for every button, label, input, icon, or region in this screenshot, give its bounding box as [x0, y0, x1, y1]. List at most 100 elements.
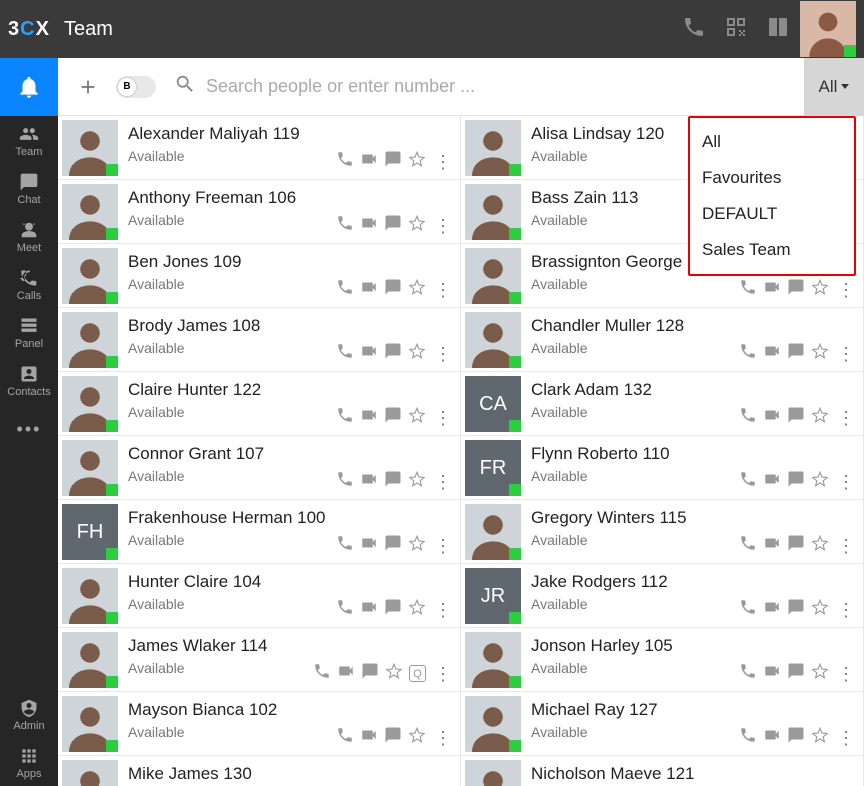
star-icon[interactable] — [408, 278, 426, 301]
star-icon[interactable] — [811, 278, 829, 301]
contact-row[interactable]: Brody James 108Available ⋮ — [58, 308, 461, 372]
more-icon[interactable]: ⋮ — [835, 665, 857, 683]
star-icon[interactable] — [408, 534, 426, 557]
contact-row[interactable]: Mayson Bianca 102Available ⋮ — [58, 692, 461, 756]
video-icon[interactable] — [763, 406, 781, 429]
call-icon[interactable] — [739, 342, 757, 365]
dropdown-item[interactable]: All — [690, 124, 854, 160]
rail-chat[interactable]: Chat — [0, 166, 58, 212]
contact-row[interactable]: FHFrakenhouse Herman 100Available ⋮ — [58, 500, 461, 564]
contact-row[interactable]: Nicholson Maeve 121 — [461, 756, 864, 786]
call-icon[interactable] — [336, 278, 354, 301]
more-icon[interactable]: ⋮ — [835, 345, 857, 363]
call-icon[interactable] — [313, 662, 331, 685]
more-icon[interactable]: ⋮ — [835, 281, 857, 299]
contact-row[interactable]: Gregory Winters 115Available ⋮ — [461, 500, 864, 564]
call-icon[interactable] — [336, 342, 354, 365]
contact-row[interactable]: Chandler Muller 128Available ⋮ — [461, 308, 864, 372]
more-icon[interactable]: ⋮ — [432, 281, 454, 299]
user-avatar[interactable] — [800, 1, 856, 57]
video-icon[interactable] — [763, 342, 781, 365]
video-icon[interactable] — [763, 726, 781, 749]
star-icon[interactable] — [408, 726, 426, 749]
rail-admin[interactable]: Admin — [0, 692, 58, 738]
contact-row[interactable]: Ben Jones 109Available ⋮ — [58, 244, 461, 308]
video-icon[interactable] — [763, 278, 781, 301]
star-icon[interactable] — [811, 342, 829, 365]
video-icon[interactable] — [763, 470, 781, 493]
more-icon[interactable]: ⋮ — [432, 473, 454, 491]
chat-icon[interactable] — [384, 470, 402, 493]
chat-icon[interactable] — [787, 598, 805, 621]
dropdown-item[interactable]: Favourites — [690, 160, 854, 196]
search-input[interactable] — [206, 76, 804, 97]
chat-icon[interactable] — [384, 726, 402, 749]
contact-row[interactable]: CAClark Adam 132Available ⋮ — [461, 372, 864, 436]
rail-more[interactable]: ••• — [0, 406, 58, 452]
star-icon[interactable] — [385, 662, 403, 685]
chat-icon[interactable] — [787, 662, 805, 685]
more-icon[interactable]: ⋮ — [835, 409, 857, 427]
contact-row[interactable]: Alexander Maliyah 119Available ⋮ — [58, 116, 461, 180]
video-icon[interactable] — [763, 598, 781, 621]
view-toggle[interactable]: B — [116, 76, 156, 98]
chat-icon[interactable] — [384, 342, 402, 365]
contact-row[interactable]: Claire Hunter 122Available ⋮ — [58, 372, 461, 436]
video-icon[interactable] — [360, 150, 378, 173]
video-icon[interactable] — [360, 470, 378, 493]
video-icon[interactable] — [360, 598, 378, 621]
contact-row[interactable]: JRJake Rodgers 112Available ⋮ — [461, 564, 864, 628]
chat-icon[interactable] — [384, 278, 402, 301]
chat-icon[interactable] — [361, 662, 379, 685]
star-icon[interactable] — [408, 150, 426, 173]
filter-dropdown-button[interactable]: All — [804, 58, 864, 116]
star-icon[interactable] — [811, 598, 829, 621]
contact-row[interactable]: Mike James 130 — [58, 756, 461, 786]
chat-icon[interactable] — [787, 726, 805, 749]
call-icon[interactable] — [739, 470, 757, 493]
contact-row[interactable]: Hunter Claire 104Available ⋮ — [58, 564, 461, 628]
call-icon[interactable] — [739, 406, 757, 429]
chat-icon[interactable] — [384, 214, 402, 237]
video-icon[interactable] — [360, 534, 378, 557]
more-icon[interactable]: ⋮ — [432, 665, 454, 683]
star-icon[interactable] — [811, 662, 829, 685]
call-icon[interactable] — [739, 598, 757, 621]
contact-row[interactable]: Jonson Harley 105Available ⋮ — [461, 628, 864, 692]
call-icon[interactable] — [739, 726, 757, 749]
video-icon[interactable] — [337, 662, 355, 685]
video-icon[interactable] — [360, 278, 378, 301]
chat-icon[interactable] — [787, 470, 805, 493]
star-icon[interactable] — [811, 726, 829, 749]
video-icon[interactable] — [763, 662, 781, 685]
more-icon[interactable]: ⋮ — [432, 153, 454, 171]
more-icon[interactable]: ⋮ — [432, 217, 454, 235]
more-icon[interactable]: ⋮ — [835, 473, 857, 491]
contact-row[interactable]: Connor Grant 107Available ⋮ — [58, 436, 461, 500]
rail-meet[interactable]: Meet — [0, 214, 58, 260]
chat-icon[interactable] — [787, 406, 805, 429]
call-icon[interactable] — [336, 214, 354, 237]
more-icon[interactable]: ⋮ — [835, 537, 857, 555]
contact-row[interactable]: James Wlaker 114Available Q⋮ — [58, 628, 461, 692]
chat-icon[interactable] — [384, 150, 402, 173]
star-icon[interactable] — [408, 214, 426, 237]
call-icon[interactable] — [336, 150, 354, 173]
more-icon[interactable]: ⋮ — [835, 601, 857, 619]
rail-apps[interactable]: Apps — [0, 740, 58, 786]
call-icon[interactable] — [336, 598, 354, 621]
video-icon[interactable] — [360, 342, 378, 365]
docs-icon[interactable] — [766, 15, 790, 44]
rail-calls[interactable]: Calls — [0, 262, 58, 308]
video-icon[interactable] — [360, 726, 378, 749]
rail-team[interactable]: Team — [0, 118, 58, 164]
chat-icon[interactable] — [384, 406, 402, 429]
add-button[interactable] — [68, 67, 108, 107]
star-icon[interactable] — [811, 470, 829, 493]
contact-row[interactable]: Michael Ray 127Available ⋮ — [461, 692, 864, 756]
call-icon[interactable] — [739, 662, 757, 685]
call-icon[interactable] — [336, 406, 354, 429]
star-icon[interactable] — [811, 534, 829, 557]
dropdown-item[interactable]: Sales Team — [690, 232, 854, 268]
more-icon[interactable]: ⋮ — [432, 409, 454, 427]
